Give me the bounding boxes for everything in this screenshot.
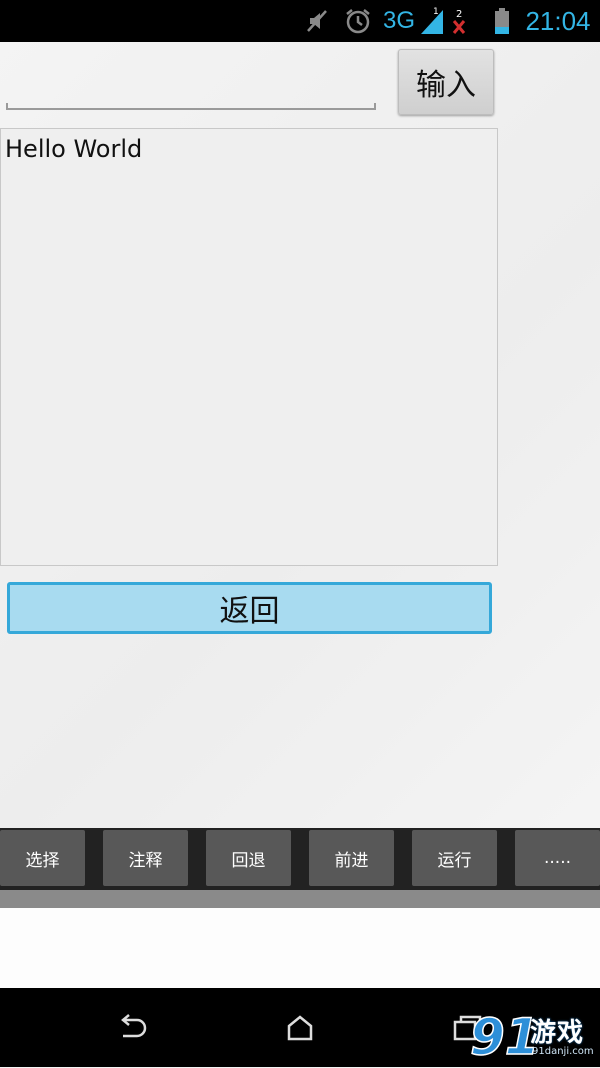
mute-icon [302, 0, 332, 42]
back-nav-icon[interactable] [103, 1008, 163, 1048]
signal-badge: 1 [433, 7, 439, 17]
alarm-icon [342, 0, 374, 42]
command-input[interactable] [6, 60, 376, 110]
toolbar-run-button[interactable]: 运行 [412, 830, 497, 886]
output-text-area[interactable]: Hello World [0, 128, 498, 566]
toolbar-undo-button[interactable]: 回退 [206, 830, 291, 886]
watermark-logo: 91 游戏 91danji.com [468, 1004, 598, 1067]
battery-icon [491, 0, 513, 42]
input-underline-right [374, 103, 376, 109]
watermark-text: 游戏 [530, 1018, 585, 1048]
home-nav-icon[interactable] [270, 1008, 330, 1048]
toolbar-redo-button[interactable]: 前进 [309, 830, 394, 886]
signal-icon: 1 [418, 0, 446, 42]
watermark-91-logo: 91 [469, 1007, 540, 1067]
toolbar-comment-button[interactable]: 注释 [103, 830, 188, 886]
sim-badge: 2 [456, 9, 462, 20]
enter-button[interactable]: 输入 [398, 49, 494, 115]
sim-error-icon: 2 [449, 0, 471, 42]
back-button[interactable]: 返回 [7, 582, 492, 634]
input-underline-left [6, 103, 8, 109]
network-type: 3G [382, 7, 415, 34]
status-bar: 3G 1 2 21:04 [0, 0, 600, 42]
status-time: 21:04 [525, 5, 591, 36]
watermark-url: 91danji.com [532, 1046, 594, 1057]
empty-area [0, 908, 600, 988]
toolbar-select-button[interactable]: 选择 [0, 830, 85, 886]
toolbar-divider [0, 890, 600, 908]
bottom-toolbar: 选择 注释 回退 前进 运行 ..... [0, 828, 600, 890]
output-text: Hello World [5, 135, 143, 163]
toolbar-more-button[interactable]: ..... [515, 830, 600, 886]
svg-text:91: 91 [470, 1008, 534, 1064]
